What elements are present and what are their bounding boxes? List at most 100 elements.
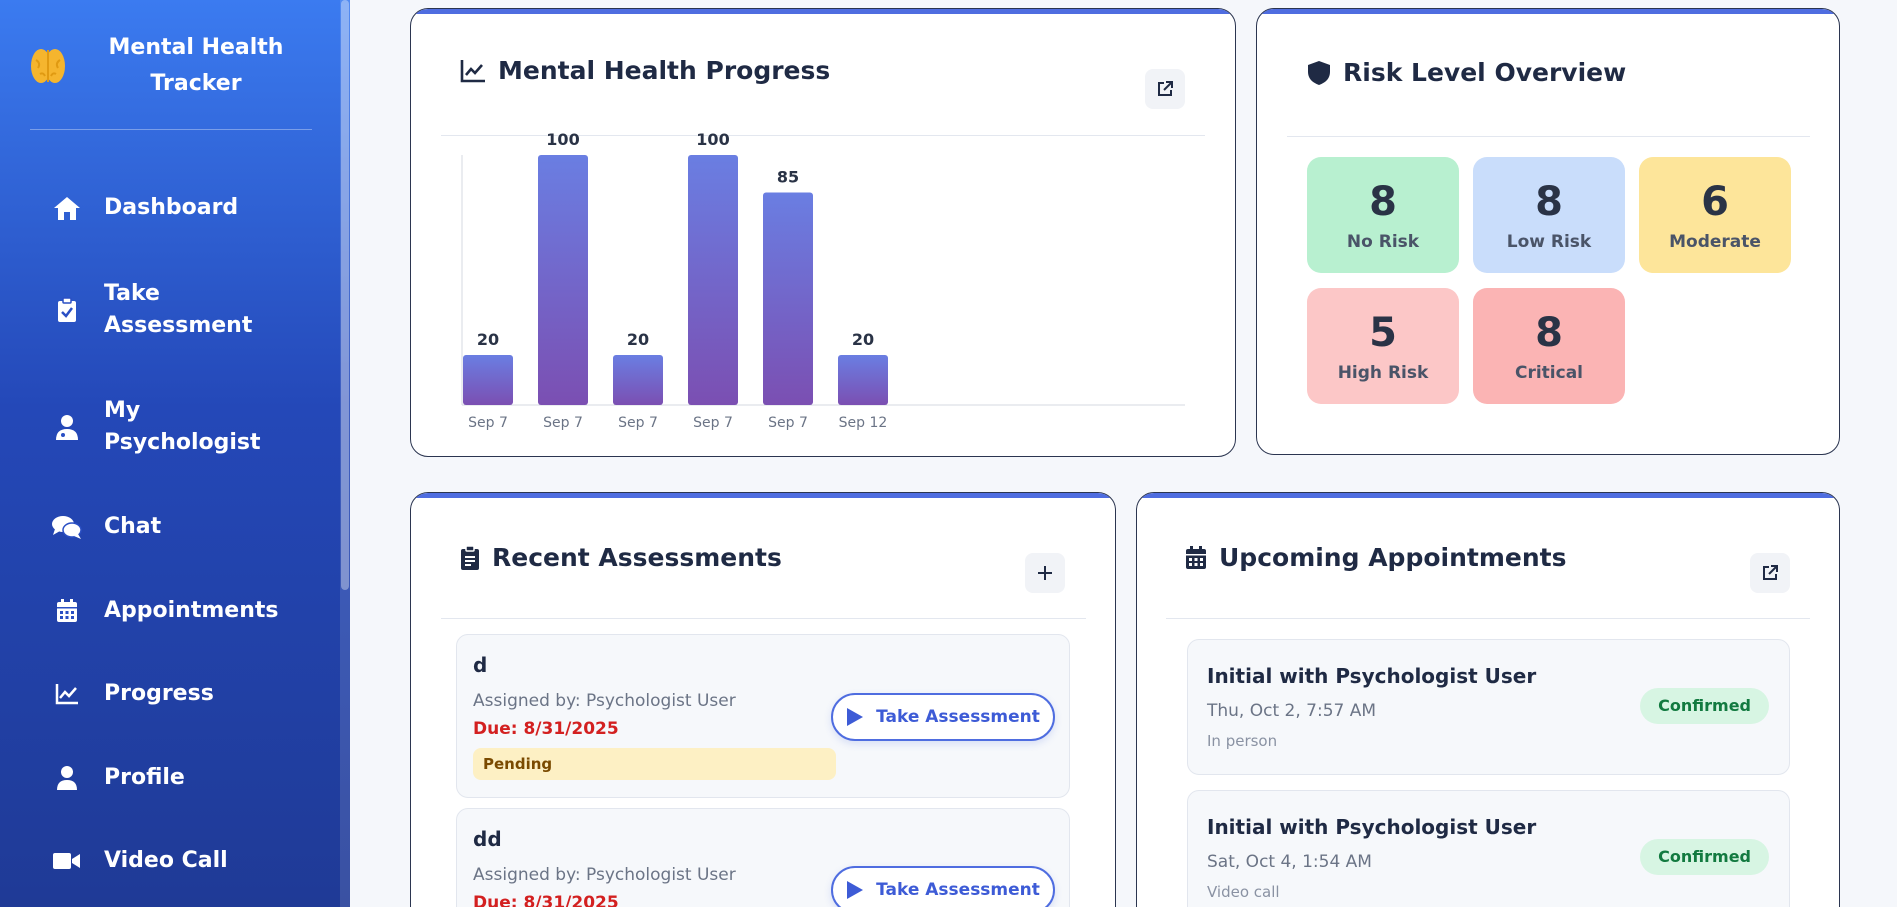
list-item[interactable]: Initial with Psychologist User Thu, Oct … xyxy=(1187,639,1790,775)
sidebar-item-my-psychologist[interactable]: My Psychologist xyxy=(52,395,332,459)
x-tick-label: Sep 7 xyxy=(618,415,658,431)
open-appointments-button[interactable] xyxy=(1750,553,1790,593)
add-assessment-button[interactable] xyxy=(1025,553,1065,593)
card-accent xyxy=(411,9,1235,14)
assessments-card-title: Recent Assessments xyxy=(460,543,782,572)
chart-line-icon xyxy=(52,679,82,709)
x-tick-label: Sep 7 xyxy=(693,415,733,431)
card-title-text: Recent Assessments xyxy=(492,543,782,572)
risk-count: 8 xyxy=(1535,310,1563,356)
video-icon xyxy=(52,846,82,876)
appointment-title: Initial with Psychologist User xyxy=(1207,664,1537,688)
take-assessment-button[interactable]: Take Assessment xyxy=(831,866,1055,907)
chart-bar xyxy=(538,155,588,405)
appointment-time: Thu, Oct 2, 7:57 AM xyxy=(1207,701,1377,721)
assessment-due-date: Due: 8/31/2025 xyxy=(473,893,619,907)
assessment-assigned-by: Assigned by: Psychologist User xyxy=(473,865,736,885)
calendar-icon xyxy=(1186,545,1206,569)
x-tick-label: Sep 12 xyxy=(839,415,888,431)
sidebar-item-label: Dashboard xyxy=(104,195,239,220)
app-title: Mental Health Tracker xyxy=(108,34,284,96)
take-assessment-button[interactable]: Take Assessment xyxy=(831,693,1055,741)
sidebar-item-profile[interactable]: Profile xyxy=(52,762,332,794)
user-icon xyxy=(52,763,82,793)
risk-card-title: Risk Level Overview xyxy=(1307,58,1626,87)
appointment-type: Video call xyxy=(1207,883,1280,901)
risk-card-divider xyxy=(1287,136,1810,137)
x-tick-label: Sep 7 xyxy=(468,415,508,431)
scrollbar-thumb[interactable] xyxy=(341,0,349,590)
chart-bar xyxy=(763,192,813,405)
status-badge: Confirmed xyxy=(1640,839,1769,875)
external-link-icon xyxy=(1158,81,1173,96)
appointments-card-divider xyxy=(1166,618,1810,619)
risk-tile-moderate: 6 Moderate xyxy=(1639,157,1791,273)
list-item: dd Assigned by: Psychologist User Due: 8… xyxy=(456,808,1070,907)
appointment-type: In person xyxy=(1207,732,1278,750)
assessment-name: dd xyxy=(473,827,502,851)
risk-label: Moderate xyxy=(1669,232,1761,252)
risk-label: High Risk xyxy=(1337,363,1429,383)
sidebar-item-label: Progress xyxy=(104,681,214,706)
x-tick-label: Sep 7 xyxy=(768,415,808,431)
sidebar-item-chat[interactable]: Chat xyxy=(52,511,332,543)
assessment-name: d xyxy=(473,653,488,677)
card-title-text: Risk Level Overview xyxy=(1343,58,1627,87)
play-icon xyxy=(847,881,864,899)
sidebar-item-label: Take Assessment xyxy=(104,281,253,338)
sidebar-item-video-call[interactable]: Video Call xyxy=(52,845,332,877)
sidebar-item-label: My Psychologist xyxy=(104,398,261,455)
assessments-card-divider xyxy=(441,618,1086,619)
chart-bar xyxy=(463,355,513,405)
sidebar-item-label: Chat xyxy=(104,514,162,539)
chat-icon xyxy=(52,512,82,542)
progress-card-title: Mental Health Progress xyxy=(460,56,830,85)
bar-value-label: 20 xyxy=(627,330,649,349)
brain-icon xyxy=(31,48,65,83)
brand-divider xyxy=(30,129,312,130)
calendar-icon xyxy=(52,596,82,626)
open-progress-button[interactable] xyxy=(1145,69,1185,109)
card-title-text: Upcoming Appointments xyxy=(1219,543,1567,572)
risk-tile-critical: 8 Critical xyxy=(1473,288,1625,404)
sidebar-item-appointments[interactable]: Appointments xyxy=(52,595,332,627)
sidebar-item-progress[interactable]: Progress xyxy=(52,678,332,710)
list-item[interactable]: Initial with Psychologist User Sat, Oct … xyxy=(1187,790,1790,907)
risk-tile-high-risk: 5 High Risk xyxy=(1307,288,1459,404)
risk-count: 8 xyxy=(1535,179,1563,225)
sidebar-item-dashboard[interactable]: Dashboard xyxy=(52,192,332,224)
clipboard-check-icon xyxy=(52,295,82,325)
risk-tile-no-risk: 8 No Risk xyxy=(1307,157,1459,273)
risk-label: No Risk xyxy=(1346,232,1420,252)
risk-label: Low Risk xyxy=(1506,232,1592,252)
home-icon xyxy=(52,193,82,223)
brand: Mental Health Tracker xyxy=(30,28,312,103)
chart-bar xyxy=(838,355,888,405)
bar-value-label: 20 xyxy=(477,330,499,349)
shield-icon xyxy=(1308,60,1330,85)
sidebar-item-label: Profile xyxy=(104,765,185,790)
card-title-text: Mental Health Progress xyxy=(498,56,831,85)
user-doctor-icon xyxy=(52,412,82,442)
status-badge: Pending xyxy=(473,748,836,780)
risk-tile-low-risk: 8 Low Risk xyxy=(1473,157,1625,273)
chart-line-icon xyxy=(460,59,485,82)
x-tick-label: Sep 7 xyxy=(543,415,583,431)
progress-bar-chart: 20 Sep 7 100 Sep 7 20 Sep 7 100 Sep 7 85 Sep 7 20 S… xyxy=(461,130,1185,431)
button-label: Take Assessment xyxy=(876,707,1040,727)
card-accent xyxy=(1137,493,1839,498)
sidebar-item-take-assessment[interactable]: Take Assessment xyxy=(52,278,332,342)
risk-count: 5 xyxy=(1369,310,1397,356)
chart-bar xyxy=(688,155,738,405)
card-accent xyxy=(411,493,1115,498)
card-accent xyxy=(1257,9,1839,14)
clipboard-icon xyxy=(461,544,479,570)
sidebar-scrollbar[interactable] xyxy=(340,0,350,907)
bar-value-label: 20 xyxy=(852,330,874,349)
sidebar: Mental Health Tracker Dashboard Take Ass… xyxy=(0,0,350,907)
plus-icon xyxy=(1038,566,1052,580)
risk-label: Critical xyxy=(1514,363,1584,383)
play-icon xyxy=(847,708,864,726)
assessment-assigned-by: Assigned by: Psychologist User xyxy=(473,691,736,711)
risk-count: 8 xyxy=(1369,179,1397,225)
